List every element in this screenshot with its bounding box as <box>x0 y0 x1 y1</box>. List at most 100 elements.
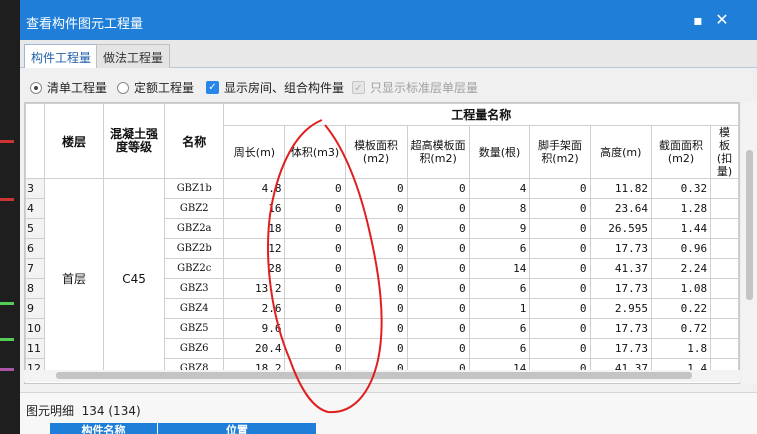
detail-col-position[interactable]: 位置 <box>158 423 316 434</box>
row-number: 6 <box>25 238 45 259</box>
quantity-cell-empty <box>710 198 739 219</box>
quota-qty-radio[interactable]: 定额工程量 <box>117 79 194 96</box>
table-row[interactable]: 3 首层 C45 GBZ1b 4.8 0 0 0 4 0 11.82 0.32 <box>25 178 739 379</box>
option-label: 清单工程量 <box>47 81 108 95</box>
quantity-cell: 0 <box>406 318 470 339</box>
component-name-cell: GBZ5 <box>164 318 225 339</box>
tab-bar: 构件工程量 做法工程量 <box>20 40 757 68</box>
quantity-cell: 6 <box>468 318 531 339</box>
close-icon[interactable]: ✕ <box>712 10 732 30</box>
header-qty-column[interactable]: 体积(m3) <box>284 125 346 179</box>
row-number: 3 <box>25 178 45 199</box>
header-qty-column[interactable]: 脚手架面积(m2) <box>529 125 591 179</box>
quantity-cell: 16 <box>223 198 286 219</box>
options-bar: 清单工程量 定额工程量 ✓ 显示房间、组合构件量 ✓ 只显示标准层单层量 <box>20 72 757 102</box>
quantity-cell: 0 <box>406 278 470 299</box>
title-bar: 查看构件图元工程量 ▪ ✕ <box>20 0 757 40</box>
quantity-cell: 1.08 <box>650 278 712 299</box>
detail-col-name[interactable]: 构件名称 <box>50 423 157 434</box>
quantity-cell: 4.8 <box>223 178 286 199</box>
quantity-cell: 0 <box>344 238 408 259</box>
quantity-cell: 1.28 <box>650 198 712 219</box>
quantity-cell: 12 <box>223 238 286 259</box>
checkmark-icon: ✓ <box>352 81 365 94</box>
quantity-cell: 0 <box>344 198 408 219</box>
scroll-thumb[interactable] <box>746 150 753 300</box>
quantity-cell: 2.6 <box>223 298 286 319</box>
tab-method-qty[interactable]: 做法工程量 <box>96 44 171 68</box>
show-rooms-checkbox[interactable]: ✓ 显示房间、组合构件量 <box>206 79 344 96</box>
detail-panel: 图元明细 134 (134) 构件名称 位置 <box>20 392 757 434</box>
header-qty-column[interactable]: 高度(m) <box>589 125 652 179</box>
quantity-cell: 0 <box>284 198 346 219</box>
header-qty-column[interactable]: 截面面积(m2) <box>650 125 712 179</box>
quantity-cell: 0 <box>344 298 408 319</box>
quantity-cell: 2.955 <box>589 298 652 319</box>
list-qty-radio[interactable]: 清单工程量 <box>30 79 107 96</box>
quantity-cell: 23.64 <box>589 198 652 219</box>
header-qty-column[interactable]: 数量(根) <box>468 125 531 179</box>
quantity-cell: 0 <box>529 218 591 239</box>
quantity-cell: 1.44 <box>650 218 712 239</box>
component-name-cell: GBZ2a <box>164 218 225 239</box>
quantity-cell: 17.73 <box>589 278 652 299</box>
quantity-cell: 0 <box>344 218 408 239</box>
component-name-cell: GBZ2c <box>164 258 225 279</box>
quantity-cell: 0.72 <box>650 318 712 339</box>
quantity-cell: 17.73 <box>589 338 652 359</box>
horizontal-scrollbar[interactable] <box>24 370 740 382</box>
quantity-cell: 1 <box>468 298 531 319</box>
header-qty-column[interactable]: 周长(m) <box>223 125 286 179</box>
header-name[interactable]: 名称 <box>164 103 225 179</box>
quantity-cell: 0 <box>344 178 408 199</box>
tab-component-qty[interactable]: 构件工程量 <box>24 44 99 68</box>
quantity-cell: 0 <box>406 218 470 239</box>
header-grade[interactable]: 混凝土强度等级 <box>103 103 166 179</box>
header-qty-column[interactable]: 模板(扣量) <box>710 125 739 179</box>
only-std-floor-checkbox[interactable]: ✓ 只显示标准层单层量 <box>352 79 478 96</box>
quantity-cell: 0 <box>284 258 346 279</box>
option-label: 只显示标准层单层量 <box>370 81 479 95</box>
quantity-cell: 0.22 <box>650 298 712 319</box>
row-number: 10 <box>25 318 45 339</box>
quantity-cell: 6 <box>468 338 531 359</box>
header-qty-column[interactable]: 模板面积(m2) <box>344 125 408 179</box>
quantity-cell: 0 <box>529 178 591 199</box>
quantity-cell: 0 <box>529 258 591 279</box>
quantity-cell: 0 <box>284 318 346 339</box>
quantity-cell: 2.24 <box>650 258 712 279</box>
quantity-cell: 13.2 <box>223 278 286 299</box>
header-qty-column[interactable]: 超高模板面积(m2) <box>406 125 470 179</box>
quantity-cell: 6 <box>468 278 531 299</box>
component-name-cell: GBZ4 <box>164 298 225 319</box>
header-floor[interactable]: 楼层 <box>43 103 105 179</box>
background-mark <box>0 368 14 371</box>
quantity-cell: 0 <box>284 278 346 299</box>
tab-label: 构件工程量 <box>31 51 92 65</box>
pin-icon[interactable]: ▪ <box>688 11 708 31</box>
quantity-cell: 0 <box>406 338 470 359</box>
scroll-thumb[interactable] <box>56 372 692 379</box>
window-title: 查看构件图元工程量 <box>26 17 144 32</box>
quantity-cell: 0 <box>344 258 408 279</box>
quantity-cell: 0 <box>406 198 470 219</box>
quantity-cell: 17.73 <box>589 318 652 339</box>
quantity-cell: 0 <box>529 298 591 319</box>
quantity-cell: 0 <box>529 198 591 219</box>
quantity-cell: 0 <box>284 238 346 259</box>
component-name-cell: GBZ2b <box>164 238 225 259</box>
row-number: 8 <box>25 278 45 299</box>
option-label: 定额工程量 <box>134 81 195 95</box>
quantity-cell-empty <box>710 298 739 319</box>
quantity-cell: 0 <box>406 238 470 259</box>
quantity-cell: 0 <box>284 298 346 319</box>
row-number: 4 <box>25 198 45 219</box>
quantity-cell: 0 <box>344 338 408 359</box>
quantity-cell: 0.96 <box>650 238 712 259</box>
vertical-scrollbar[interactable] <box>742 102 757 384</box>
radio-icon <box>30 81 42 94</box>
quantity-cell-empty <box>710 218 739 239</box>
quantity-cell: 0 <box>529 338 591 359</box>
quantity-cell: 9 <box>468 218 531 239</box>
quantity-cell: 0.32 <box>650 178 712 199</box>
